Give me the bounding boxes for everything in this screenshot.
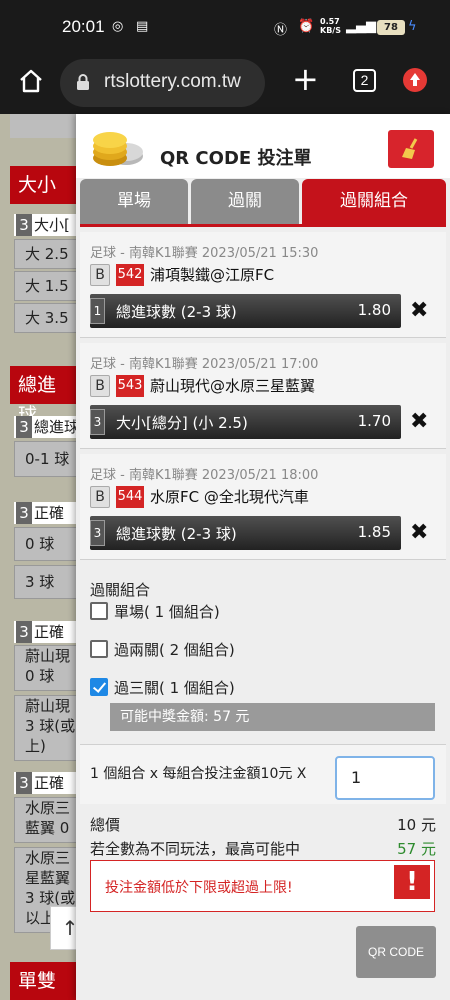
- bg-option[interactable]: 3 球: [14, 565, 80, 599]
- bet-league: 足球 - 南韓K1聯賽 2023/05/21 15:30: [90, 246, 319, 261]
- match-name: 水原FC @全北現代汽車: [150, 488, 309, 506]
- pick-description: 總進球數 (2-3 球): [116, 525, 237, 543]
- clock: 20:01: [62, 17, 105, 36]
- bg-option[interactable]: 水原三 藍翼 0: [14, 797, 80, 843]
- bet-type-badge: B: [90, 375, 110, 397]
- bg-option[interactable]: 0 球: [14, 527, 80, 561]
- new-tab-icon[interactable]: +: [292, 62, 319, 96]
- alarm-icon: ⏰: [298, 19, 315, 34]
- url-text: rtslottery.com.tw: [104, 71, 241, 92]
- checkbox[interactable]: [90, 640, 108, 658]
- potential-payout: 可能中獎金額: 57 元: [110, 703, 435, 731]
- total-label: 總價: [90, 816, 121, 834]
- charging-icon: ϟ: [408, 19, 417, 34]
- coins-icon: [93, 132, 143, 166]
- status-bar: 20:01 ◎ ▤ Ⓝ ⏰ 0.57 KB/S ▂▄▆ 78 ϟ: [0, 0, 450, 56]
- bg-sub-header: 3 大小[: [14, 214, 80, 236]
- bg-option[interactable]: 蔚山現 0 球: [14, 645, 80, 691]
- pick-description: 大小[總分] (小 2.5): [116, 414, 248, 432]
- panel-title: QR CODE 投注單: [160, 148, 312, 169]
- update-icon[interactable]: [403, 68, 427, 92]
- bet-pick: 3 大小[總分] (小 2.5) 1.70: [90, 405, 401, 439]
- home-icon[interactable]: [18, 68, 44, 94]
- network-speed: 0.57 KB/S: [320, 17, 341, 35]
- panel-header: QR CODE 投注單: [76, 114, 450, 178]
- combo-option-three-legs[interactable]: 過三關( 1 個組合): [90, 677, 235, 698]
- pick-number: 1: [90, 298, 105, 324]
- clear-slip-button[interactable]: [388, 130, 434, 168]
- bg-option[interactable]: 大 2.5: [14, 239, 80, 269]
- tab-bar: 單場 過關 過關組合: [80, 179, 446, 227]
- bg-section-header: 總進球: [10, 366, 80, 426]
- tab-switcher-button[interactable]: 2: [353, 69, 376, 92]
- pick-description: 總進球數 (2-3 球): [116, 303, 237, 321]
- bg-sub-header: 3 正確: [14, 772, 80, 794]
- bet-league: 足球 - 南韓K1聯賽 2023/05/21 17:00: [90, 357, 319, 372]
- error-text: 投注金額低於下限或超過上限!: [105, 880, 293, 896]
- pick-odds: 1.70: [357, 412, 391, 430]
- tab-single[interactable]: 單場: [80, 179, 188, 224]
- checkbox-checked[interactable]: [90, 678, 108, 696]
- bet-slip-panel: QR CODE 投注單 單場 過關 過關組合 足球 - 南韓K1聯賽 2023/…: [76, 114, 450, 1000]
- bet-type-badge: B: [90, 264, 110, 286]
- combo-option-single[interactable]: 單場( 1 個組合): [90, 601, 220, 622]
- remove-bet-icon[interactable]: ✖: [410, 520, 428, 545]
- battery-indicator: 78: [377, 20, 405, 35]
- checkbox[interactable]: [90, 602, 108, 620]
- max-win-value: 57 元: [397, 840, 436, 858]
- bg-option[interactable]: 大 1.5: [14, 271, 80, 301]
- bet-item: 足球 - 南韓K1聯賽 2023/05/21 18:00 B 544 水原FC …: [80, 454, 446, 560]
- remove-bet-icon[interactable]: ✖: [410, 298, 428, 323]
- tab-parlay[interactable]: 過關: [191, 179, 299, 224]
- nfc-icon: Ⓝ: [274, 23, 288, 38]
- match-code: 542: [116, 264, 144, 286]
- bg-option[interactable]: 0-1 球: [14, 441, 80, 477]
- address-bar[interactable]: rtslottery.com.tw: [60, 59, 265, 107]
- stake-description: 1 個組合 x 每組合投注金額10元 X: [90, 766, 307, 782]
- bet-item: 足球 - 南韓K1聯賽 2023/05/21 15:30 B 542 浦項製鐵@…: [80, 232, 446, 338]
- bg-option[interactable]: 大 3.5: [14, 303, 80, 333]
- browser-toolbar: rtslottery.com.tw + 2: [0, 56, 450, 114]
- bg-option[interactable]: 蔚山現 3 球(或 上): [14, 695, 80, 761]
- bet-pick: 1 總進球數 (2-3 球) 1.80: [90, 294, 401, 328]
- match-name: 蔚山現代@水原三星藍翼: [150, 377, 316, 395]
- stake-input[interactable]: 1: [335, 756, 435, 800]
- bg-section-header: 單雙: [10, 962, 80, 1000]
- bet-league: 足球 - 南韓K1聯賽 2023/05/21 18:00: [90, 468, 319, 483]
- warning-icon: !: [394, 865, 430, 899]
- broom-icon: [402, 138, 418, 159]
- signal-icon: ▂▄▆: [346, 19, 376, 34]
- max-win-label: 若全數為不同玩法，最高可能中: [90, 840, 301, 858]
- match-name: 浦項製鐵@江原FC: [150, 266, 275, 284]
- bet-pick: 3 總進球數 (2-3 球) 1.85: [90, 516, 401, 550]
- pick-odds: 1.85: [357, 523, 391, 541]
- bet-type-badge: B: [90, 486, 110, 508]
- bg-section-header: 大小: [10, 166, 80, 204]
- error-message-box: 投注金額低於下限或超過上限! !: [90, 860, 435, 912]
- notification-icon: ▤: [136, 19, 149, 34]
- instagram-icon: ◎: [112, 19, 124, 34]
- qr-code-button[interactable]: QR CODE: [356, 926, 436, 978]
- bg-sub-header: 3 正確: [14, 502, 80, 524]
- total-value: 10 元: [397, 816, 436, 834]
- match-code: 544: [116, 486, 144, 508]
- tab-parlay-combo[interactable]: 過關組合: [302, 179, 446, 224]
- match-code: 543: [116, 375, 144, 397]
- bg-option-top: [10, 114, 76, 138]
- bg-sub-header: 3 正確: [14, 621, 80, 643]
- pick-number: 3: [90, 520, 105, 546]
- pick-odds: 1.80: [357, 301, 391, 319]
- combo-title: 過關組合: [90, 581, 151, 599]
- bg-sub-header: 3 總進球: [14, 416, 80, 438]
- remove-bet-icon[interactable]: ✖: [410, 409, 428, 434]
- lock-icon: [77, 74, 89, 90]
- pick-number: 3: [90, 409, 105, 435]
- bet-item: 足球 - 南韓K1聯賽 2023/05/21 17:00 B 543 蔚山現代@…: [80, 343, 446, 449]
- combo-option-two-legs[interactable]: 過兩關( 2 個組合): [90, 639, 235, 660]
- stake-row: 1 個組合 x 每組合投注金額10元 X 1: [80, 744, 446, 804]
